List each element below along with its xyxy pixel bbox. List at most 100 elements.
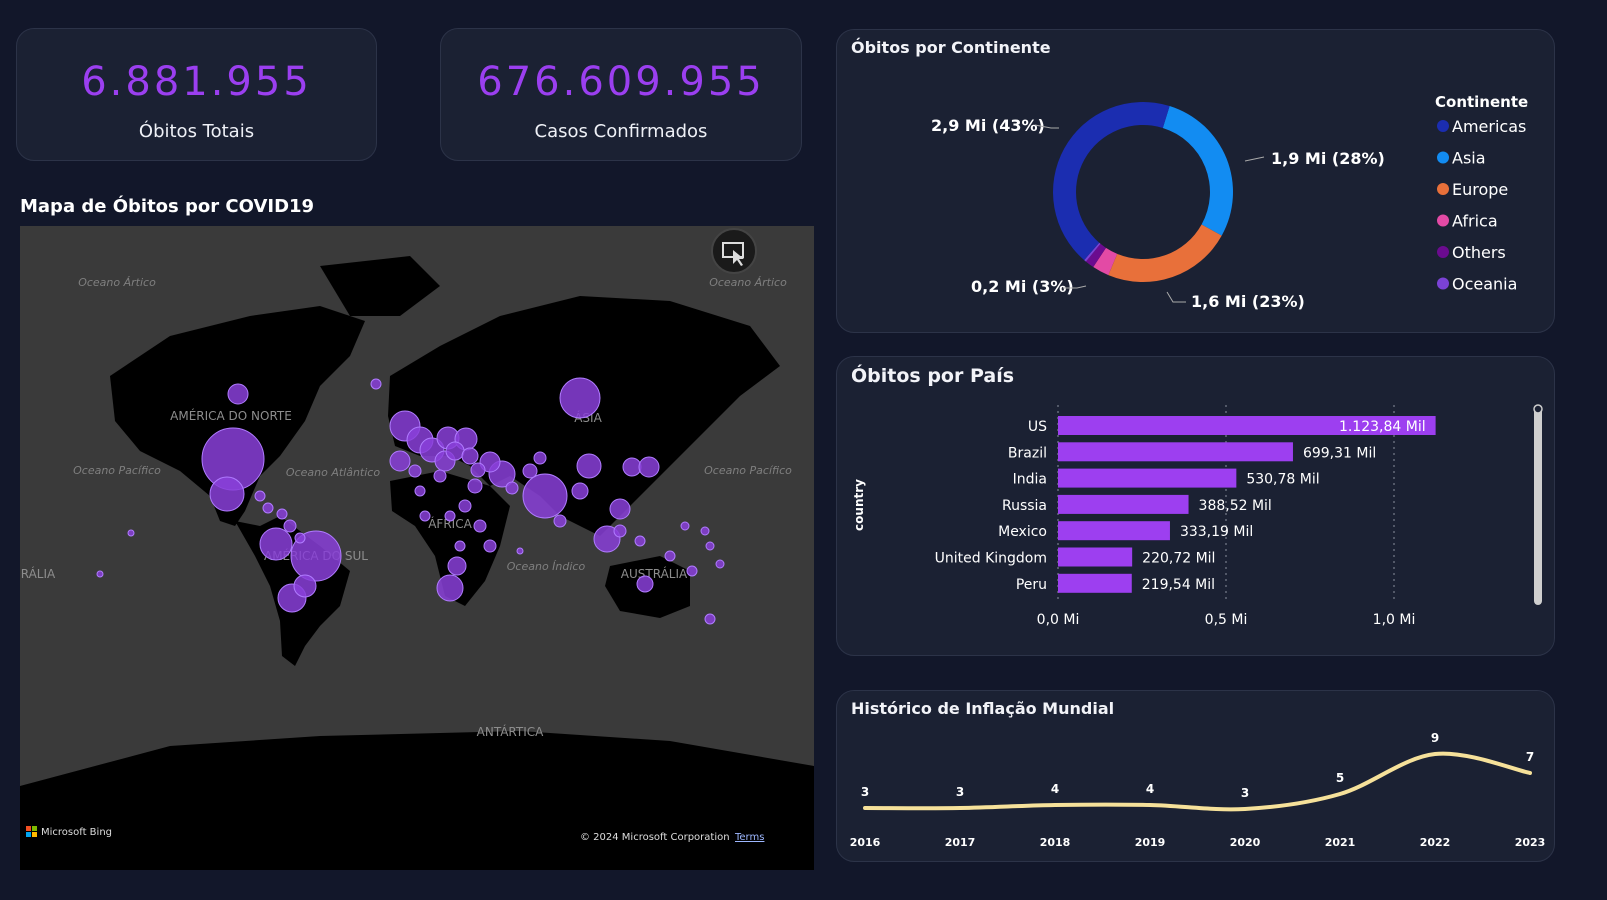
inflation-line-chart[interactable]: 3 3 4 4 3 5 9 7 2016 2017 2018 2019 2020 2021 2022 202… — [837, 691, 1554, 861]
bar-category-label: India — [1013, 472, 1047, 488]
bar-mexico[interactable] — [1058, 521, 1170, 541]
donut-slice-americas[interactable] — [1053, 102, 1170, 261]
inflation-x-tick: 2016 — [850, 836, 881, 849]
inflation-value-label: 3 — [956, 785, 964, 799]
map-bubble — [609, 498, 631, 520]
bar-category-label: Mexico — [998, 524, 1047, 540]
map-bubble — [470, 462, 486, 478]
x-tick-1: 0,5 Mi — [1205, 612, 1248, 628]
x-tick-0: 0,0 Mi — [1037, 612, 1080, 628]
inflation-x-tick: 2019 — [1135, 836, 1166, 849]
legend-title: Continente — [1435, 93, 1528, 111]
map-bubble — [436, 574, 464, 602]
map-bubble — [638, 456, 660, 478]
legend-dot-africa — [1437, 214, 1449, 227]
continent-panel: Óbitos por Continente 2,9 Mi (43%) 1,9 M… — [836, 29, 1555, 333]
inflation-line — [863, 751, 1532, 812]
map-bubble — [444, 510, 456, 522]
kpi-card-deaths: 6.881.955 Óbitos Totais — [16, 28, 377, 161]
map-bubble — [259, 527, 293, 561]
map-bubble — [447, 556, 467, 576]
inflation-x-tick: 2023 — [1515, 836, 1546, 849]
map-bubble — [553, 514, 567, 528]
kpi-label-deaths: Óbitos Totais — [138, 121, 255, 142]
kpi-value-cases: 676.609.955 — [477, 59, 765, 105]
donut-slice-asia[interactable] — [1162, 106, 1233, 236]
legend-label-europe[interactable]: Europe — [1452, 180, 1508, 199]
map-title: Mapa de Óbitos por COVID19 — [20, 196, 315, 217]
map-bubble — [461, 447, 479, 465]
focus-mode-button[interactable] — [711, 228, 757, 274]
map-bubble — [715, 559, 725, 569]
legend-label-oceania[interactable]: Oceania — [1452, 275, 1517, 294]
map-bubble — [704, 613, 716, 625]
country-bar-chart[interactable]: country US 1.123,84 Mil Brazil 699,31 Mil In… — [837, 357, 1554, 655]
map-bubble — [389, 450, 411, 472]
continent-donut-chart[interactable]: 2,9 Mi (43%) 1,9 Mi (28%) 1,6 Mi (23%) 0… — [837, 30, 1554, 332]
bar-united-kingdom[interactable] — [1058, 547, 1133, 567]
donut-label-europe: 1,6 Mi (23%) — [1191, 292, 1305, 311]
label-oceano-atlantico: Oceano Atlântico — [286, 466, 380, 479]
inflation-x-tick: 2020 — [1230, 836, 1261, 849]
bar-value-label: 699,31 Mil — [1303, 445, 1376, 461]
country-bars: US 1.123,84 Mil Brazil 699,31 Mil India 530,7… — [935, 416, 1436, 593]
map-bubble — [705, 541, 715, 551]
bar-category-label: Russia — [1002, 498, 1047, 514]
label-oceano-artico-left: Oceano Ártico — [78, 276, 156, 289]
map-bubble — [505, 481, 519, 495]
inflation-value-label: 3 — [861, 785, 869, 799]
country-panel: Óbitos por País country US 1.123,84 Mil Br… — [836, 356, 1555, 656]
label-australia: AUSTRÁLIA — [621, 566, 688, 581]
bar-value-label: 220,72 Mil — [1142, 551, 1215, 567]
map-bubble — [283, 519, 297, 533]
inflation-value-label: 4 — [1146, 782, 1154, 796]
kpi-label-cases: Casos Confirmados — [534, 121, 708, 142]
legend-label-asia[interactable]: Asia — [1452, 149, 1486, 168]
donut-slices — [1053, 102, 1233, 282]
legend-label-americas[interactable]: Americas — [1452, 117, 1526, 136]
legend-label-africa[interactable]: Africa — [1452, 212, 1498, 231]
legend-dot-europe — [1437, 183, 1449, 195]
inflation-value-labels: 3 3 4 4 3 5 9 7 — [861, 731, 1534, 800]
world-map[interactable]: Oceano Ártico Oceano Ártico Oceano Pacíf… — [20, 226, 814, 870]
map-bubble — [634, 535, 646, 547]
bar-india[interactable] — [1058, 468, 1237, 488]
map-bubble — [559, 377, 601, 419]
map-bubble — [419, 510, 431, 522]
map-bubble — [209, 476, 245, 512]
map-bubble — [293, 574, 317, 598]
map-bubble — [467, 478, 483, 494]
map-bubble — [700, 526, 710, 536]
map-terms-link[interactable]: Terms — [734, 832, 764, 843]
label-antartica: ANTÁRTICA — [477, 724, 545, 739]
map-bubble — [408, 464, 422, 478]
bing-label: Microsoft Bing — [41, 827, 112, 838]
label-oceano-pacifico-right: Oceano Pacífico — [704, 464, 792, 477]
donut-label-asia: 1,9 Mi (28%) — [1271, 149, 1385, 168]
legend-dot-asia — [1437, 151, 1449, 164]
inflation-x-tick: 2018 — [1040, 836, 1071, 849]
bar-russia[interactable] — [1058, 494, 1189, 514]
inflation-value-label: 9 — [1431, 731, 1439, 745]
bar-peru[interactable] — [1058, 573, 1132, 593]
map-bubble — [96, 570, 104, 578]
bar-category-label: US — [1028, 419, 1047, 435]
map-canvas[interactable]: Oceano Ártico Oceano Ártico Oceano Pacíf… — [20, 226, 814, 870]
map-bubble — [686, 565, 698, 577]
label-australia-left: RÁLIA — [21, 566, 56, 581]
scrollbar[interactable] — [1533, 404, 1543, 605]
inflation-value-label: 3 — [1241, 786, 1249, 800]
donut-label-americas: 2,9 Mi (43%) — [931, 116, 1045, 135]
map-bubble — [483, 539, 497, 553]
x-tick-2: 1,0 Mi — [1373, 612, 1416, 628]
bar-value-label: 219,54 Mil — [1142, 577, 1215, 593]
label-oceano-pacifico-left: Oceano Pacífico — [73, 464, 161, 477]
map-bubble — [414, 485, 426, 497]
legend-dot-oceania — [1437, 277, 1449, 290]
inflation-x-tick: 2017 — [945, 836, 976, 849]
donut-slice-europe[interactable] — [1108, 224, 1222, 282]
bar-value-label: 530,78 Mil — [1246, 472, 1319, 488]
legend-label-others[interactable]: Others — [1452, 243, 1506, 262]
bar-brazil[interactable] — [1058, 442, 1293, 462]
map-bubble — [636, 575, 654, 593]
